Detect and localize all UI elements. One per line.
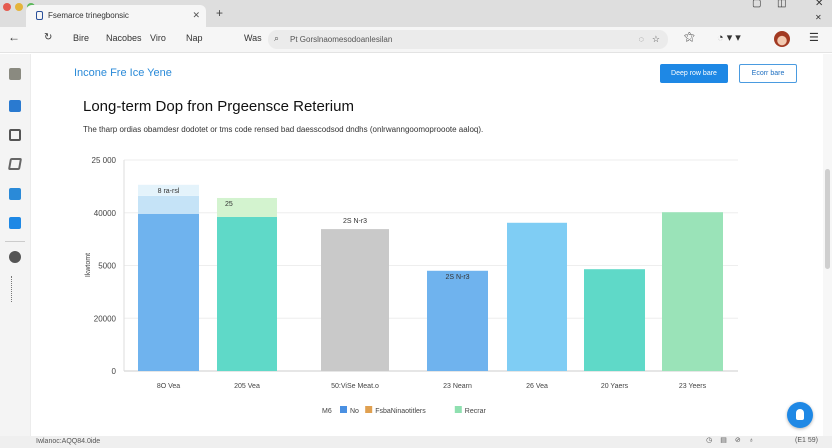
legend-entry: Recrar <box>465 408 487 415</box>
data-label: 2S N-r3 <box>445 274 469 281</box>
bar-segment <box>507 222 567 371</box>
status-bar: Iwlanoc:AQQ84.0ide (E1 59) ◷▤⊘♁ <box>0 436 832 448</box>
status-icons[interactable]: ◷▤⊘♁ <box>706 436 762 444</box>
bar-segment <box>427 270 488 371</box>
bar-segment <box>217 216 277 371</box>
chat-icon <box>796 409 804 420</box>
x-tick-label: 26 Vea <box>526 383 548 390</box>
data-label: 2S N-r3 <box>343 218 367 225</box>
x-tick-label: 50:ViSe Meat.o <box>331 383 379 390</box>
x-tick-label: 205 Vea <box>234 383 260 390</box>
bar-segment <box>584 269 645 371</box>
x-tick-label: 23 Nearn <box>443 383 472 390</box>
x-tick-label: 8O Vea <box>157 383 180 390</box>
bar-segment <box>662 212 723 371</box>
scrollbar-thumb[interactable] <box>825 169 830 269</box>
x-tick-label: 23 Yeers <box>679 383 707 390</box>
y-tick-label: 25 000 <box>92 156 117 165</box>
legend-entry: FsbaNinaotitlers <box>375 408 426 415</box>
legend-swatch <box>365 406 373 413</box>
status-text: Iwlanoc:AQQ84.0ide <box>36 438 101 445</box>
y-tick-label: 5000 <box>98 262 116 271</box>
y-axis-label: Ikwtomt <box>85 253 92 277</box>
y-tick-label: 0 <box>112 367 117 376</box>
legend-swatch <box>454 406 462 413</box>
legend-entry: No <box>350 408 359 415</box>
chat-button[interactable] <box>787 402 813 428</box>
status-right: (E1 59) <box>795 437 818 444</box>
bar-segment <box>138 213 199 371</box>
bar-segment <box>138 195 199 214</box>
y-tick-label: 40000 <box>94 209 117 218</box>
bar-chart: 0 20000 5000 40000 25 000 Ikwtomt 8 ra-rsl 8O V… <box>85 156 738 415</box>
y-tick-label: 20000 <box>94 314 117 323</box>
legend-prefix: M6 <box>322 408 332 415</box>
legend-swatch <box>340 406 347 413</box>
bar-segment <box>321 229 389 371</box>
x-tick-label: 20 Yaers <box>601 383 629 390</box>
scrollbar[interactable] <box>823 54 832 436</box>
data-label: 8 ra-rsl <box>158 188 180 195</box>
data-label: 25 <box>225 201 233 208</box>
